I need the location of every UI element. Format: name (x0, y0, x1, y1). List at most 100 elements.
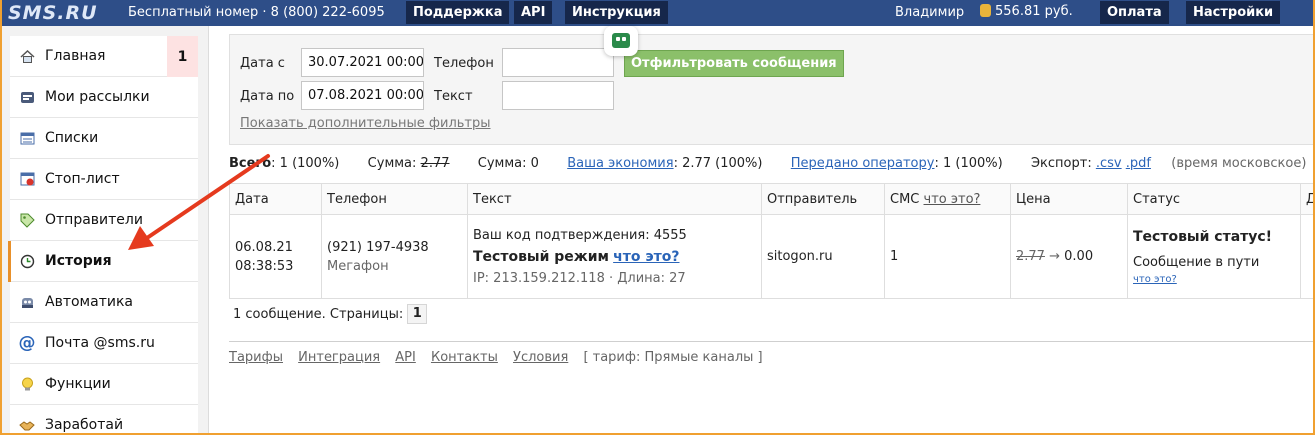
savings-value: : 2.77 (100%) (673, 156, 763, 171)
phone-label: Телефон (434, 56, 494, 71)
footer-api-link[interactable]: API (395, 350, 416, 365)
more-filters-link[interactable]: Показать дополнительные фильтры (240, 116, 491, 131)
col-phone: Телефон (321, 183, 468, 215)
text-input[interactable] (502, 81, 614, 110)
tag-icon (19, 212, 35, 228)
pager: 1 сообщение. Страницы: 1 (233, 304, 428, 324)
nav-api-button[interactable]: API (514, 1, 553, 24)
sidebar-item-label: Главная (45, 48, 106, 64)
robot-face (612, 33, 630, 48)
cell-extra (1300, 214, 1315, 299)
coins-icon (980, 4, 991, 17)
price-new: 0.00 (1064, 249, 1094, 264)
footer-integration-link[interactable]: Интеграция (298, 350, 380, 365)
robot-icon (19, 294, 35, 310)
tariff-info: [ тариф: Прямые каналы ] (583, 350, 763, 365)
filter-panel: Дата с Телефон Отфильтровать сообщения Д… (229, 34, 1315, 145)
footer-terms-link[interactable]: Условия (513, 350, 568, 365)
sum-actual: Сумма: 0 (477, 156, 539, 171)
price-arrow: → (1049, 249, 1060, 264)
sidebar-item-label: Заработай (45, 417, 124, 433)
date-from-input[interactable] (301, 48, 424, 77)
sms-help-link[interactable]: что это? (924, 192, 981, 207)
sum-label: Сумма: (367, 156, 417, 171)
savings-link[interactable]: Ваша экономия (567, 156, 673, 171)
messages-table: Дата Телефон Текст Отправитель СМС что э… (229, 183, 1315, 299)
col-extra: Д (1300, 183, 1315, 215)
sidebar-item-label: Списки (45, 130, 99, 146)
phone-input[interactable] (502, 48, 614, 77)
col-price: Цена (1010, 183, 1128, 215)
sum-old-value: 2.77 (420, 156, 450, 171)
sidebar-item-label: Функции (45, 376, 111, 392)
annotation-arrow-icon (128, 154, 270, 250)
user-name[interactable]: Владимир (895, 5, 964, 20)
at-icon: @ (18, 333, 36, 353)
export-label: Экспорт: (1030, 156, 1092, 171)
footer-tariffs-link[interactable]: Тарифы (229, 350, 283, 365)
list-icon (19, 130, 35, 146)
row-meta: IP: 213.159.212.118 · Длина: 27 (473, 270, 686, 286)
cell-sms-count: 1 (884, 214, 1011, 299)
operator-value: : 1 (100%) (934, 156, 1003, 171)
test-mode-label: Тестовый режим (473, 248, 609, 265)
balance[interactable]: 556.81 руб. (980, 4, 1073, 19)
export-pdf-link[interactable]: .pdf (1126, 156, 1151, 171)
operator-link[interactable]: Передано оператору (791, 156, 935, 171)
col-sender: Отправитель (761, 183, 885, 215)
bulb-icon (19, 376, 35, 392)
cell-price: 2.77 → 0.00 (1010, 214, 1128, 299)
mailing-icon (19, 89, 35, 105)
nav-support-button[interactable]: Поддержка (406, 1, 510, 24)
top-bar: SMS.RU Бесплатный номер · 8 (800) 222-60… (0, 0, 1315, 26)
row-time: 08:38:53 (235, 258, 294, 274)
export-csv-link[interactable]: .csv (1096, 156, 1122, 171)
logo[interactable]: SMS.RU (8, 2, 98, 24)
row-message-text: Ваш код подтверждения: 4555 (473, 227, 687, 243)
date-to-input[interactable] (301, 81, 424, 110)
col-sms-label: СМС (890, 191, 920, 207)
status-text: Сообщение в пути (1133, 254, 1260, 270)
sidebar-item-automation[interactable]: Автоматика (10, 282, 198, 323)
clock-icon (19, 253, 35, 269)
row-phone: (921) 197-4938 (327, 239, 429, 255)
footer-contacts-link[interactable]: Контакты (431, 350, 498, 365)
filter-messages-button[interactable]: Отфильтровать сообщения (624, 50, 844, 77)
page-1-button[interactable]: 1 (407, 304, 428, 324)
settings-button[interactable]: Настройки (1186, 1, 1281, 24)
sidebar-item-earn[interactable]: Заработай (10, 405, 198, 435)
timezone-note: (время московское) (1171, 156, 1307, 171)
handshake-icon (19, 417, 35, 433)
sidebar-item-functions[interactable]: Функции (10, 364, 198, 405)
sidebar-item-label: Почта @sms.ru (45, 335, 155, 351)
sidebar-item-label: Стоп-лист (45, 171, 120, 187)
sidebar-item-home[interactable]: Главная 1 (10, 36, 198, 77)
pay-button[interactable]: Оплата (1100, 1, 1169, 24)
test-mode-help-link[interactable]: что это? (613, 249, 679, 265)
sidebar-item-mail[interactable]: @ Почта @sms.ru (10, 323, 198, 364)
cell-phone: (921) 197-4938 Мегафон (321, 214, 468, 299)
status-help-link[interactable]: что это? (1133, 274, 1300, 285)
cell-status: Тестовый статус! Сообщение в пути что эт… (1127, 214, 1301, 299)
table-header-row: Дата Телефон Текст Отправитель СМС что э… (229, 183, 1315, 215)
cell-sender: sitogon.ru (761, 214, 885, 299)
sidebar-item-mailings[interactable]: Мои рассылки (10, 77, 198, 118)
notification-badge[interactable]: 1 (167, 36, 198, 77)
footer: Тарифы Интеграция API Контакты Условия [… (229, 350, 763, 365)
table-row[interactable]: 06.08.21 08:38:53 (921) 197-4938 Мегафон… (229, 214, 1315, 299)
col-sms: СМС что это? (884, 183, 1011, 215)
total-value: : 1 (100%) (271, 156, 340, 171)
sidebar-item-label: Автоматика (45, 294, 133, 310)
pager-label: 1 сообщение. Страницы: (233, 306, 404, 322)
price-old: 2.77 (1016, 249, 1045, 264)
free-number-text: Бесплатный номер · 8 (800) 222-6095 (128, 5, 385, 20)
assistant-robot-icon[interactable] (604, 26, 638, 56)
stoplist-icon (19, 171, 35, 187)
nav-instruction-button[interactable]: Инструкция (565, 1, 668, 24)
row-operator: Мегафон (327, 258, 389, 274)
cell-text: Ваш код подтверждения: 4555 Тестовый реж… (467, 214, 762, 299)
home-icon (19, 48, 35, 64)
divider (229, 341, 1315, 342)
stats-line: Всего: 1 (100%) Сумма: 2.77 Сумма: 0 Ваш… (229, 156, 1306, 171)
sidebar-item-label: Мои рассылки (45, 89, 150, 105)
